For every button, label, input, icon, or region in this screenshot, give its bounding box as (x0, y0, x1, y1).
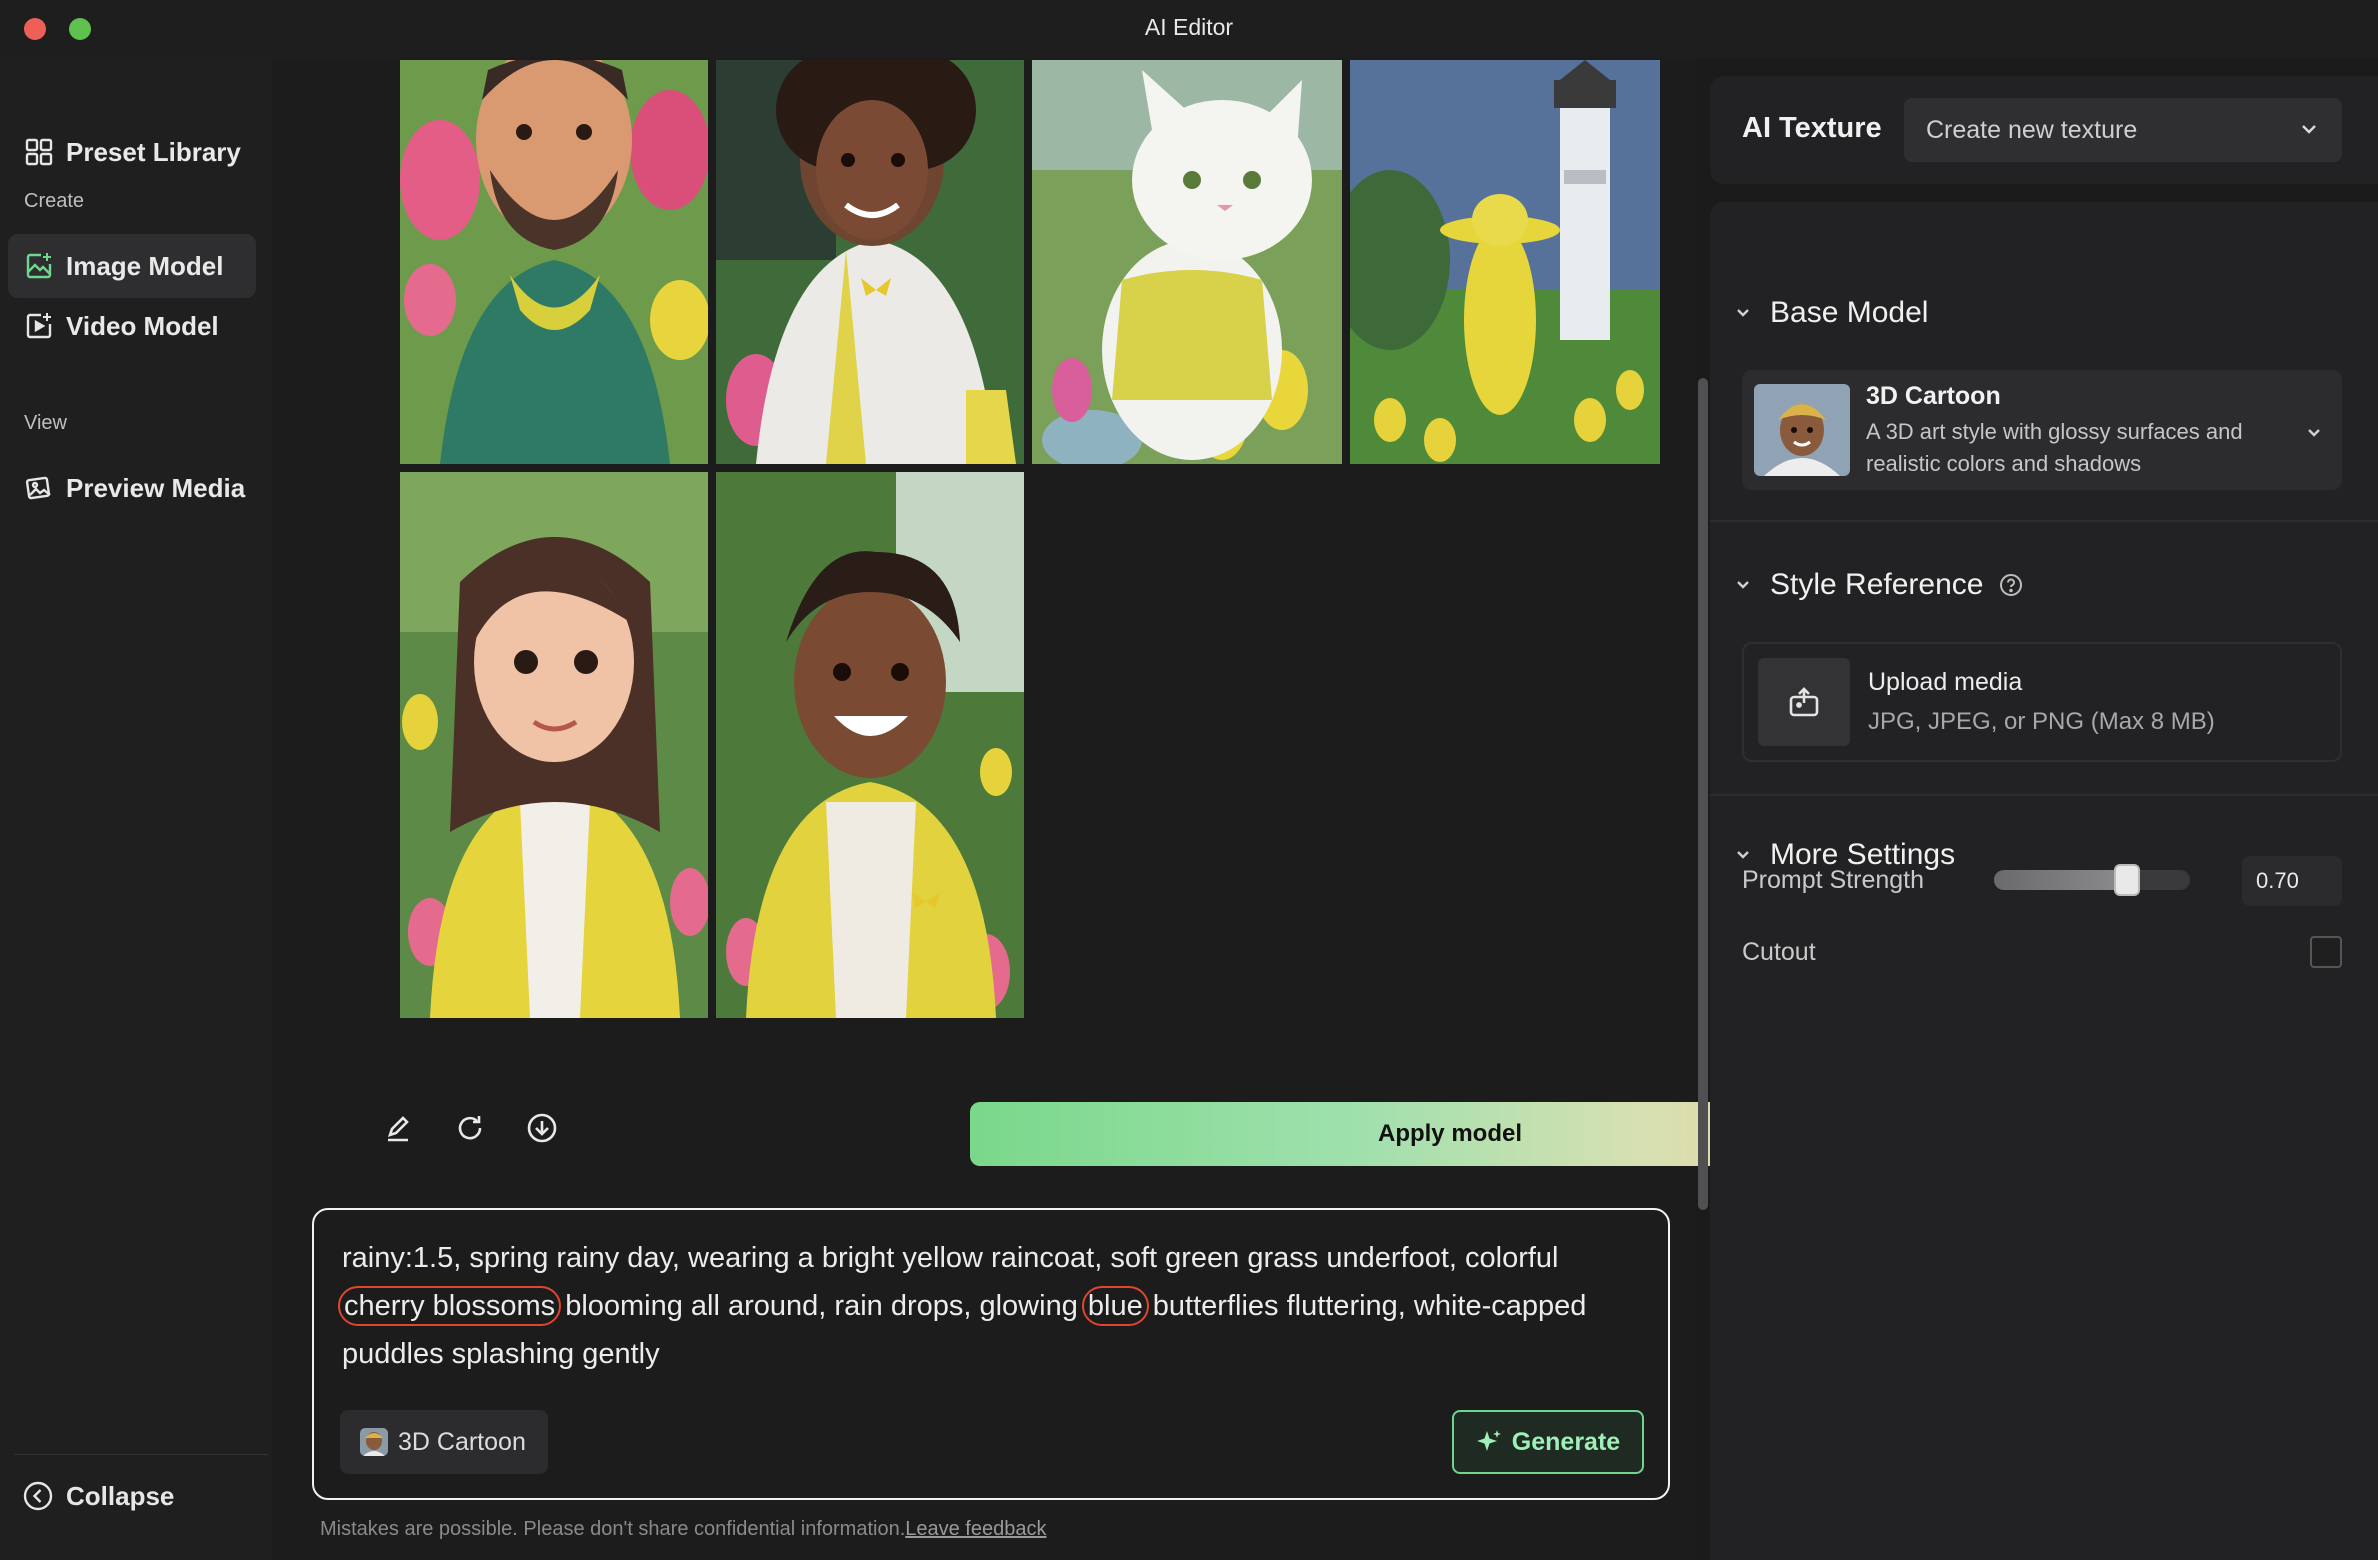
sidebar-item-preview-media[interactable]: Preview Media (8, 456, 256, 520)
highlight-cherry-blossoms: cherry blossoms (338, 1286, 562, 1326)
prompt-strength-slider-handle[interactable] (2114, 864, 2140, 896)
sidebar: Preset Library Create Image Model Video … (0, 58, 272, 1560)
prompt-text-1: rainy:1.5, spring rainy day, wearing a b… (342, 1242, 1559, 1274)
ai-texture-card: AI Texture Create new texture (1710, 76, 2378, 184)
scrollbar[interactable] (1698, 378, 1708, 1210)
texture-select-value: Create new texture (1926, 115, 2138, 144)
prompt-text-3: butterflies fluttering, white-capped (1152, 1290, 1587, 1322)
chevron-down-icon (1734, 846, 1752, 864)
collapse-button[interactable]: Collapse (22, 1480, 174, 1512)
preview-media-icon (24, 473, 54, 503)
model-description: A 3D art style with glossy surfaces and … (1866, 419, 2243, 476)
sidebar-item-label: Preview Media (66, 472, 246, 503)
regenerate-icon[interactable] (452, 1110, 488, 1146)
prompt-input[interactable]: rainy:1.5, spring rainy day, wearing a b… (338, 1234, 1642, 1378)
generated-image-6[interactable] (716, 472, 1024, 1018)
model-name: 3D Cartoon (1866, 382, 2001, 410)
video-sparkle-icon (24, 311, 54, 341)
chevron-down-icon (1734, 304, 1752, 322)
base-model-selector[interactable]: 3D Cartoon A 3D art style with glossy su… (1742, 370, 2342, 490)
chevron-left-circle-icon (22, 1480, 54, 1512)
image-sparkle-icon (24, 251, 54, 281)
collapse-label: Collapse (66, 1480, 175, 1511)
upload-title: Upload media (1868, 668, 2023, 696)
disclaimer: Mistakes are possible. Please don't shar… (320, 1518, 1046, 1541)
sidebar-item-label: Preset Library (66, 136, 241, 167)
sidebar-item-label: Image Model (66, 250, 224, 281)
base-model-header[interactable]: Base Model (1734, 296, 1928, 330)
generate-label: Generate (1511, 1427, 1621, 1456)
prompt-strength-slider[interactable] (1994, 870, 2190, 890)
prompt-text-2: blooming all around, rain drops, glowing (565, 1290, 1078, 1322)
section-divider (1710, 794, 2378, 796)
prompt-text-4: puddles splashing gently (342, 1338, 660, 1370)
title-bar: AI Editor (0, 0, 2378, 58)
texture-select[interactable]: Create new texture (1904, 98, 2342, 162)
right-panel: AI Texture Create new texture Base Model (1710, 58, 2378, 1560)
generated-image-2[interactable] (716, 60, 1024, 464)
style-reference-title: Style Reference (1770, 568, 1984, 601)
prompt-strength-label: Prompt Strength (1742, 866, 1925, 894)
sparkle-icon (1476, 1429, 1502, 1455)
section-label-view: View (24, 412, 67, 434)
prompt-strength-value[interactable]: 0.70 (2242, 856, 2342, 906)
prompt-box[interactable]: rainy:1.5, spring rainy day, wearing a b… (312, 1208, 1670, 1500)
grid-icon (24, 137, 54, 167)
section-label-create: Create (24, 190, 85, 212)
style-chip-label: 3D Cartoon (398, 1427, 526, 1456)
upload-subtitle: JPG, JPEG, or PNG (Max 8 MB) (1868, 708, 2215, 735)
section-divider (1710, 520, 2378, 522)
generated-image-4[interactable] (1350, 60, 1660, 464)
window-title: AI Editor (1144, 14, 1234, 40)
style-thumbnail (360, 1428, 388, 1456)
style-chip[interactable]: 3D Cartoon (340, 1410, 548, 1474)
generated-image-5[interactable] (400, 472, 708, 1018)
edit-icon[interactable] (380, 1110, 416, 1146)
cutout-checkbox[interactable] (2310, 936, 2342, 968)
sidebar-item-preset-library[interactable]: Preset Library (8, 120, 256, 184)
help-icon[interactable] (1999, 573, 2023, 597)
highlight-blue: blue (1081, 1286, 1149, 1326)
sidebar-item-image-model[interactable]: Image Model (8, 234, 256, 298)
chevron-down-icon (1734, 576, 1752, 594)
sidebar-item-label: Video Model (66, 310, 219, 341)
style-reference-header[interactable]: Style Reference (1734, 568, 2023, 602)
disclaimer-text: Mistakes are possible. Please don't shar… (320, 1518, 906, 1540)
sidebar-divider (14, 1454, 268, 1455)
chevron-down-icon (2304, 422, 2324, 447)
upload-media-dropzone[interactable]: Upload media JPG, JPEG, or PNG (Max 8 MB… (1742, 642, 2342, 762)
model-thumbnail (1754, 384, 1850, 476)
generate-button[interactable]: Generate (1452, 1410, 1644, 1474)
generated-image-1[interactable] (400, 60, 708, 464)
generated-image-3[interactable] (1032, 60, 1342, 464)
ai-texture-label: AI Texture (1742, 112, 1882, 144)
cutout-label: Cutout (1742, 938, 1816, 966)
chevron-down-icon (2298, 118, 2320, 147)
base-model-title: Base Model (1770, 296, 1929, 329)
upload-image-icon (1758, 658, 1850, 746)
leave-feedback-link[interactable]: Leave feedback (905, 1518, 1046, 1540)
download-icon[interactable] (524, 1110, 560, 1146)
sidebar-item-video-model[interactable]: Video Model (8, 294, 256, 358)
